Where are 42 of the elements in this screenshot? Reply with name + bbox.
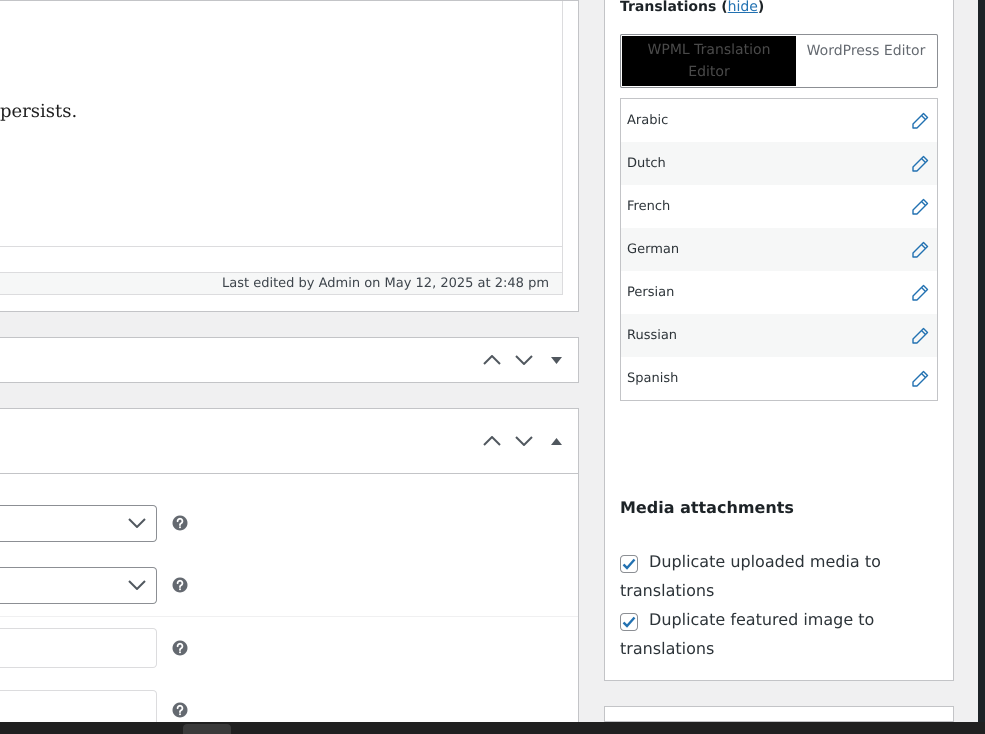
pencil-icon	[911, 284, 929, 302]
checkmark-icon	[622, 616, 636, 628]
media-title: Media attachments	[620, 498, 795, 517]
triangle-down-icon	[550, 356, 562, 364]
select-field[interactable]	[0, 504, 157, 542]
checkbox-label[interactable]: Duplicate featured image to translations	[620, 605, 938, 663]
chevron-down-icon	[515, 355, 533, 365]
chevron-down-icon	[128, 580, 146, 590]
triangle-up-icon	[550, 438, 562, 444]
select-field[interactable]	[0, 566, 157, 604]
paragraph-text: persists.	[0, 101, 78, 122]
language-name: Dutch	[627, 156, 666, 171]
language-name: French	[627, 199, 670, 214]
language-name: German	[627, 242, 680, 257]
checkbox-label[interactable]: Duplicate uploaded media to translations	[620, 547, 938, 605]
pencil-icon	[911, 240, 929, 258]
pencil-icon	[911, 326, 929, 344]
last-edited-text: Last edited by Admin on May 12, 2025 at 2:48 pm	[222, 276, 549, 292]
checkbox[interactable]	[620, 613, 638, 631]
language-name: Persian	[627, 285, 674, 300]
help-icon[interactable]	[172, 515, 188, 531]
help-icon[interactable]	[172, 577, 188, 593]
checkbox[interactable]	[620, 555, 638, 573]
language-name: Arabic	[627, 113, 668, 128]
pencil-icon	[911, 370, 929, 388]
pencil-icon	[911, 112, 929, 130]
chevron-up-icon	[483, 355, 501, 365]
chevron-down-icon	[515, 436, 533, 446]
chevron-down-icon	[128, 518, 146, 528]
translations-title: Translations (hide)	[620, 0, 766, 14]
hide-link[interactable]: hide	[728, 0, 758, 15]
checkmark-icon	[622, 558, 636, 570]
language-name: Russian	[627, 328, 678, 343]
editor-content[interactable]: persists.	[0, 1, 562, 248]
help-icon[interactable]	[172, 702, 188, 718]
input-field[interactable]	[0, 690, 157, 722]
pencil-icon	[911, 198, 929, 216]
chevron-up-icon	[483, 436, 501, 446]
help-icon[interactable]	[172, 640, 188, 656]
language-name: Spanish	[627, 371, 678, 386]
input-field[interactable]	[0, 628, 157, 668]
pencil-icon	[911, 154, 929, 172]
